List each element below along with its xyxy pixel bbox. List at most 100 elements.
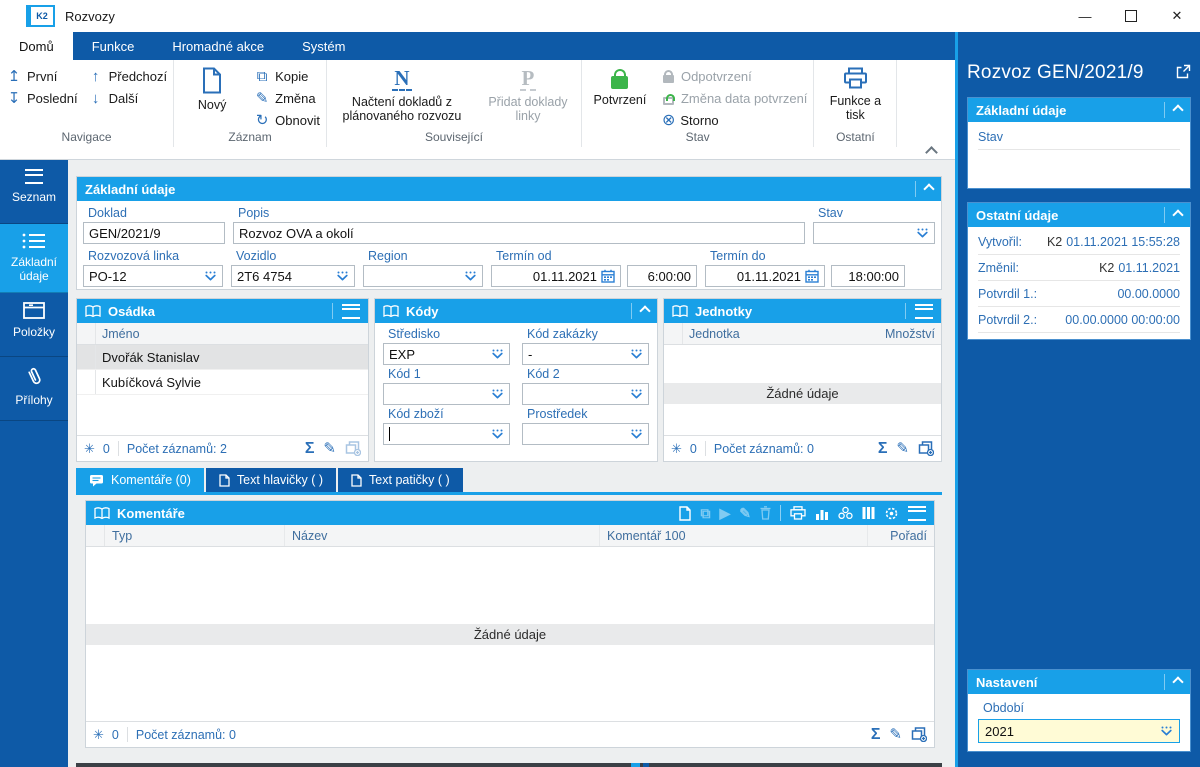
collapse-section-button[interactable] xyxy=(1172,676,1184,688)
kod-zbozi-label: Kód zboží xyxy=(388,407,444,421)
region-dropdown[interactable] xyxy=(363,265,483,287)
panel-menu-icon[interactable] xyxy=(908,505,926,521)
tab-text-hlavicky[interactable]: Text hlavičky ( ) xyxy=(205,468,337,492)
column-header-mnozstvi[interactable]: Množství xyxy=(879,327,941,341)
termin-od-time-input[interactable]: 6:00:00 xyxy=(627,265,697,287)
edit-icon[interactable]: ✎ xyxy=(739,506,751,520)
kod-zbozi-dropdown[interactable] xyxy=(383,423,510,445)
cancel-storno-button[interactable]: ⊗ Storno xyxy=(662,112,807,128)
new-button[interactable]: Nový xyxy=(180,65,244,114)
table-row[interactable]: Kubíčková Sylvie xyxy=(77,370,368,395)
kod2-dropdown[interactable] xyxy=(522,383,649,405)
maximize-button[interactable] xyxy=(1108,0,1154,32)
functions-print-button[interactable]: Funkce a tisk xyxy=(820,65,890,125)
sidebar-item-zakladni-udaje[interactable]: Základní údaje xyxy=(0,224,68,293)
load-planned-delivery-button[interactable]: N Načtení dokladů z plánovaného rozvozu xyxy=(333,65,471,126)
right-detail-panel: Rozvoz GEN/2021/9 Základní údaje Stav Os… xyxy=(955,32,1200,767)
kod-zakazky-label: Kód zakázky xyxy=(527,327,598,341)
edit-icon[interactable]: ✎ xyxy=(889,727,902,742)
collapse-section-button[interactable] xyxy=(1172,209,1184,221)
termin-do-date-input[interactable]: 01.11.2021 xyxy=(705,265,825,287)
add-line-documents-button[interactable]: P Přidat doklady linky xyxy=(481,65,575,126)
obdobi-value: 2021 xyxy=(985,723,1014,739)
print-icon[interactable] xyxy=(790,506,806,520)
column-header-typ[interactable]: Typ xyxy=(105,525,285,546)
copy-add-icon[interactable] xyxy=(345,441,361,456)
asterisk-filter-icon[interactable]: ✳ xyxy=(671,441,682,457)
stav-dropdown[interactable] xyxy=(813,222,935,244)
unconfirm-button[interactable]: Odpotvrzení xyxy=(662,69,807,84)
last-button[interactable]: ↧ Poslední xyxy=(6,91,78,107)
column-header-nazev[interactable]: Název xyxy=(285,525,600,546)
run-icon[interactable]: ▶ xyxy=(719,506,730,520)
ribbon-tab-funkce[interactable]: Funkce xyxy=(73,32,154,60)
vozidlo-dropdown[interactable]: 2T6 4754 xyxy=(231,265,355,287)
ribbon-tab-system[interactable]: Systém xyxy=(283,32,364,60)
cluster-icon[interactable] xyxy=(838,506,853,520)
sum-icon[interactable]: Σ xyxy=(878,440,888,456)
column-header-komentar[interactable]: Komentář 100 xyxy=(600,525,868,546)
kod1-label: Kód 1 xyxy=(388,367,421,381)
previous-button[interactable]: ↑ Předchozí xyxy=(88,69,167,85)
calendar-icon[interactable] xyxy=(601,269,615,283)
columns-icon[interactable] xyxy=(862,506,875,520)
refresh-button[interactable]: ↻ Obnovit xyxy=(254,113,320,129)
chart-icon[interactable] xyxy=(815,507,829,520)
collapse-panel-button[interactable] xyxy=(639,305,651,317)
edit-icon[interactable]: ✎ xyxy=(323,441,336,456)
change-confirm-date-label: Změna data potvrzení xyxy=(680,91,808,106)
linka-dropdown[interactable]: PO-12 xyxy=(83,265,223,287)
kod1-dropdown[interactable] xyxy=(383,383,510,405)
copy-icon: ⧉ xyxy=(256,67,268,85)
prostredek-dropdown[interactable] xyxy=(522,423,649,445)
collapse-ribbon-button[interactable] xyxy=(925,144,938,159)
kod-zakazky-dropdown[interactable]: - xyxy=(522,343,649,365)
first-button[interactable]: ↥ První xyxy=(6,69,78,85)
table-row[interactable]: Dvořák Stanislav xyxy=(77,345,368,370)
panel-menu-icon[interactable] xyxy=(342,303,360,319)
ribbon-tab-domu[interactable]: Domů xyxy=(0,32,73,60)
ribbon-tab-hromadne-akce[interactable]: Hromadné akce xyxy=(153,32,283,60)
settings-gear-icon[interactable] xyxy=(884,506,899,521)
asterisk-filter-icon[interactable]: ✳ xyxy=(93,727,104,743)
tab-komentare[interactable]: Komentáře (0) xyxy=(76,468,204,492)
column-header-poradi[interactable]: Pořadí xyxy=(868,525,934,546)
copy-add-icon[interactable] xyxy=(911,727,927,742)
next-button[interactable]: ↓ Další xyxy=(88,91,168,107)
sidebar-item-polozky[interactable]: Položky xyxy=(0,293,68,357)
sum-icon[interactable]: Σ xyxy=(305,440,315,456)
collapse-section-button[interactable] xyxy=(1172,104,1184,116)
minimize-button[interactable]: — xyxy=(1062,0,1108,32)
copy-button[interactable]: ⧉ Kopie xyxy=(254,67,320,85)
edit-button[interactable]: ✎ Změna xyxy=(254,91,320,107)
asterisk-filter-icon[interactable]: ✳ xyxy=(84,441,95,457)
change-confirm-date-button[interactable]: Změna data potvrzení xyxy=(662,91,807,106)
sidebar-item-prilohy[interactable]: Přílohy xyxy=(0,357,68,421)
open-external-icon[interactable] xyxy=(1176,64,1191,79)
calendar-icon[interactable] xyxy=(805,269,819,283)
book-icon xyxy=(383,304,399,318)
tab-text-paticky[interactable]: Text patičky ( ) xyxy=(338,468,463,492)
copy-icon[interactable]: ⧉ xyxy=(700,506,710,520)
collapse-panel-button[interactable] xyxy=(923,183,935,195)
obdobi-dropdown[interactable]: 2021 xyxy=(978,719,1180,743)
group-label-navigace: Navigace xyxy=(61,130,112,144)
termin-do-time-input[interactable]: 18:00:00 xyxy=(831,265,905,287)
copy-add-icon[interactable] xyxy=(918,441,934,456)
delete-icon[interactable] xyxy=(760,506,771,520)
stredisko-dropdown[interactable]: EXP xyxy=(383,343,510,365)
termin-od-date-input[interactable]: 01.11.2021 xyxy=(491,265,621,287)
sidebar-item-seznam[interactable]: Seznam xyxy=(0,160,68,224)
close-button[interactable]: ✕ xyxy=(1154,0,1200,32)
new-document-icon[interactable] xyxy=(679,505,692,521)
column-header-jmeno[interactable]: Jméno xyxy=(96,327,146,341)
sum-icon[interactable]: Σ xyxy=(871,726,881,742)
column-header-jednotka[interactable]: Jednotka xyxy=(683,327,879,341)
confirm-button[interactable]: Potvrzení xyxy=(588,65,652,109)
popis-input[interactable]: Rozvoz OVA a okolí xyxy=(233,222,805,244)
panel-menu-icon[interactable] xyxy=(915,303,933,319)
doklad-input[interactable]: GEN/2021/9 xyxy=(83,222,225,244)
edit-label: Změna xyxy=(275,91,316,106)
edit-icon[interactable]: ✎ xyxy=(896,441,909,456)
codes-panel: Kódy Středisko EXP Kód zakázky - Kód 1 K… xyxy=(374,298,658,462)
